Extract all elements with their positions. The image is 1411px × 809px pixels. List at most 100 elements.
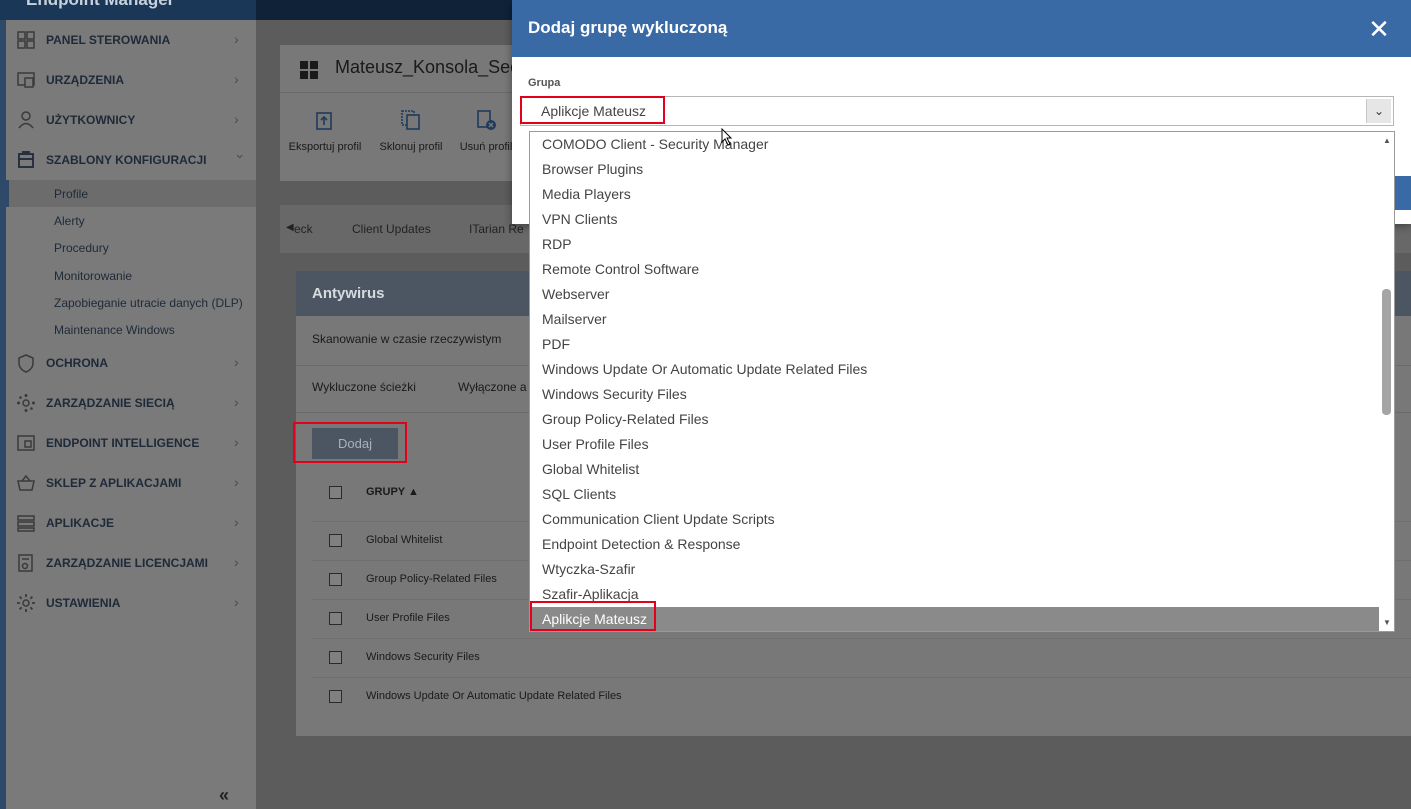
dialog-action-button-edge[interactable]: [1394, 176, 1411, 210]
chevron-down-icon[interactable]: ⌄: [1366, 99, 1391, 123]
dropdown-option[interactable]: VPN Clients: [530, 207, 1380, 232]
sidebar-item-label: SZABLONY KONFIGURACJI: [46, 153, 207, 167]
sidebar-item-uzytkownicy[interactable]: UŻYTKOWNICY ›: [6, 100, 256, 140]
close-icon[interactable]: ✕: [1368, 16, 1390, 42]
brand-bar: Endpoint Manager: [0, 0, 256, 20]
option-label: Wtyczka-Szafir: [542, 561, 636, 577]
option-label: Communication Client Update Scripts: [542, 511, 775, 527]
dropdown-option[interactable]: Webserver: [530, 282, 1380, 307]
option-label: Webserver: [542, 286, 610, 302]
dropdown-option[interactable]: Global Whitelist: [530, 457, 1380, 482]
scroll-up-icon[interactable]: ▲: [1383, 136, 1391, 145]
dropdown-option[interactable]: Browser Plugins: [530, 157, 1380, 182]
sidebar-subitem-maintenance-windows[interactable]: Maintenance Windows: [6, 316, 256, 343]
chevron-right-icon: ›: [234, 554, 239, 570]
sidebar-subitem-profile[interactable]: Profile: [6, 180, 256, 207]
dropdown-option[interactable]: SQL Clients: [530, 482, 1380, 507]
sidebar-item-label: ZARZĄDZANIE LICENCJAMI: [46, 556, 208, 570]
dialog-header: Dodaj grupę wykluczoną ✕: [512, 0, 1411, 57]
dropdown-option[interactable]: Szafir-Aplikacja: [530, 582, 1380, 607]
scrollbar-thumb[interactable]: [1382, 289, 1391, 415]
option-label: SQL Clients: [542, 486, 617, 502]
intelligence-icon: [17, 435, 35, 451]
option-label: Remote Control Software: [542, 261, 700, 277]
sidebar-item-label: ENDPOINT INTELLIGENCE: [46, 436, 200, 450]
sidebar-item-endpoint-intelligence[interactable]: ENDPOINT INTELLIGENCE ›: [6, 423, 256, 463]
row-checkbox[interactable]: [329, 534, 342, 547]
devices-icon: [17, 72, 35, 88]
sidebar-subitem-label: Monitorowanie: [54, 269, 133, 283]
row-checkbox[interactable]: [329, 573, 342, 586]
group-field-label: Grupa: [528, 77, 561, 89]
table-row: Windows Update Or Automatic Update Relat…: [366, 690, 622, 702]
sidebar-subitem-label: Procedury: [54, 241, 109, 255]
sidebar-item-szablony-konfiguracji[interactable]: SZABLONY KONFIGURACJI ›: [6, 140, 256, 180]
option-label: Windows Update Or Automatic Update Relat…: [542, 361, 868, 377]
dropdown-option[interactable]: User Profile Files: [530, 432, 1380, 457]
table-row: Group Policy-Related Files: [366, 573, 497, 585]
windows-icon: [300, 61, 318, 79]
sidebar-item-aplikacje[interactable]: APLIKACJE ›: [6, 503, 256, 543]
sidebar-subitem-alerty[interactable]: Alerty: [6, 207, 256, 234]
excluded-paths-tab[interactable]: Wykluczone ścieżki: [312, 380, 416, 394]
chevron-right-icon: ›: [234, 71, 239, 87]
tab-client-updates[interactable]: Client Updates: [352, 222, 431, 236]
option-label: VPN Clients: [542, 211, 618, 227]
dropdown-option-selected[interactable]: Aplikcje Mateusz: [530, 607, 1380, 631]
sidebar-item-label: PANEL STEROWANIA: [46, 33, 171, 47]
export-profile-button[interactable]: Eksportuj profil: [285, 109, 365, 153]
clone-profile-button[interactable]: Sklonuj profil: [371, 109, 451, 153]
sidebar-subitem-procedury[interactable]: Procedury: [6, 234, 256, 261]
dropdown-option[interactable]: Wtyczka-Szafir: [530, 557, 1380, 582]
dropdown-option[interactable]: Media Players: [530, 182, 1380, 207]
option-label: Windows Security Files: [542, 386, 687, 402]
dialog-title: Dodaj grupę wykluczoną: [528, 18, 728, 37]
tabs-scroll-left-icon[interactable]: ◀: [286, 222, 294, 233]
sidebar-item-zarzadzanie-licencjami[interactable]: ZARZĄDZANIE LICENCJAMI ›: [6, 543, 256, 583]
dropdown-option[interactable]: Endpoint Detection & Response: [530, 532, 1380, 557]
dropdown-option[interactable]: PDF: [530, 332, 1380, 357]
sidebar-item-zarzadzanie-siecia[interactable]: ZARZĄDZANIE SIECIĄ ›: [6, 383, 256, 423]
row-checkbox[interactable]: [329, 612, 342, 625]
sidebar-subitem-monitorowanie[interactable]: Monitorowanie: [6, 262, 256, 289]
dropdown-option[interactable]: Remote Control Software: [530, 257, 1380, 282]
row-checkbox[interactable]: [329, 690, 342, 703]
network-icon: [17, 394, 35, 412]
option-label: Mailserver: [542, 311, 607, 327]
tab-itarian[interactable]: ITarian Re: [469, 222, 524, 236]
excluded-apps-tab[interactable]: Wyłączone a: [458, 380, 527, 394]
sidebar-item-sklep-z-aplikacjami[interactable]: SKLEP Z APLIKACJAMI ›: [6, 463, 256, 503]
sidebar-subitem-dlp[interactable]: Zapobieganie utracie danych (DLP): [6, 289, 256, 316]
select-all-checkbox[interactable]: [329, 486, 342, 499]
sidebar-item-label: OCHRONA: [46, 356, 108, 370]
column-header-label: GRUPY: [366, 486, 405, 498]
sidebar-item-urzadzenia[interactable]: URZĄDZENIA ›: [6, 60, 256, 100]
tab-check-partial[interactable]: eck: [294, 222, 313, 236]
realtime-scan-tab[interactable]: Skanowanie w czasie rzeczywistym: [312, 332, 501, 346]
chevron-right-icon: ›: [234, 31, 239, 47]
sidebar-item-label: ZARZĄDZANIE SIECIĄ: [46, 396, 175, 410]
row-divider: [312, 638, 1411, 639]
option-label: User Profile Files: [542, 436, 649, 452]
dropdown-option[interactable]: Mailserver: [530, 307, 1380, 332]
dropdown-option[interactable]: Group Policy-Related Files: [530, 407, 1380, 432]
delete-icon: [477, 110, 496, 130]
user-icon: [18, 111, 34, 129]
dropdown-option[interactable]: Windows Security Files: [530, 382, 1380, 407]
dropdown-option[interactable]: RDP: [530, 232, 1380, 257]
sidebar-item-panel-sterowania[interactable]: PANEL STEROWANIA ›: [6, 20, 256, 60]
sidebar-item-ochrona[interactable]: OCHRONA ›: [6, 343, 256, 383]
shield-icon: [18, 354, 34, 373]
sidebar-item-ustawienia[interactable]: USTAWIENIA ›: [6, 583, 256, 623]
scroll-down-icon[interactable]: ▼: [1383, 618, 1391, 627]
row-checkbox[interactable]: [329, 651, 342, 664]
dropdown-option[interactable]: Windows Update Or Automatic Update Relat…: [530, 357, 1380, 382]
option-label: Browser Plugins: [542, 161, 644, 177]
option-label: RDP: [542, 236, 572, 252]
column-header-groups[interactable]: GRUPY ▲: [366, 486, 419, 498]
highlight-box: [293, 422, 407, 463]
sidebar-item-label: UŻYTKOWNICY: [46, 113, 136, 127]
dropdown-option[interactable]: Communication Client Update Scripts: [530, 507, 1380, 532]
collapse-sidebar-button[interactable]: «: [219, 785, 229, 806]
dropdown-option[interactable]: COMODO Client - Security Manager: [530, 132, 1380, 157]
